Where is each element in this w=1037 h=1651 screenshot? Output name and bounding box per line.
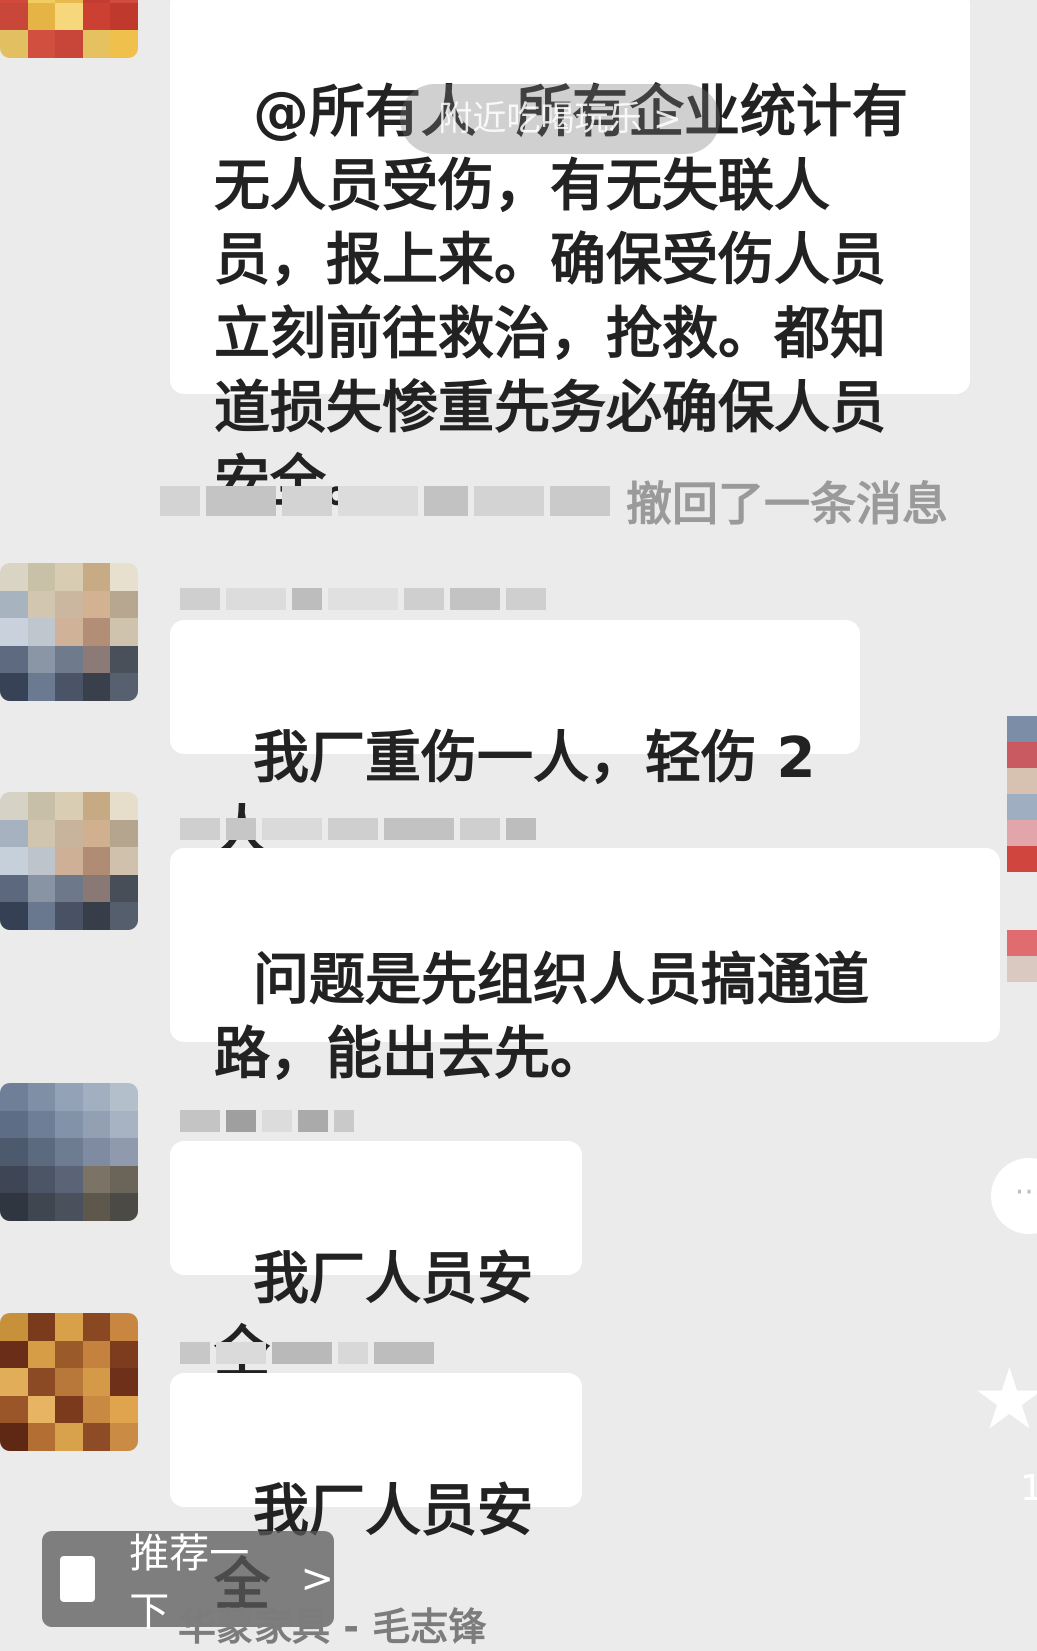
nearby-tag[interactable]: 附近吃喝玩乐 >: [400, 84, 720, 154]
comment-icon[interactable]: ···: [991, 1158, 1037, 1234]
recall-text: 撤回了一条消息: [626, 477, 948, 531]
message-text: 问题是先组织人员搞通道路，能出去先。: [214, 948, 869, 1087]
recall-notice: 撤回了一条消息: [160, 468, 948, 534]
sender-name-blurred: [180, 1104, 354, 1138]
edge-avatar-strip: [1007, 930, 1037, 982]
edge-avatar-strip: [1007, 716, 1037, 872]
message-bubble[interactable]: 我厂人员安全: [170, 1141, 582, 1386]
avatar[interactable]: [0, 1313, 138, 1451]
avatar[interactable]: [0, 0, 138, 58]
message-bubble[interactable]: 我厂人员安全: [170, 1373, 582, 1618]
sender-name-blurred: [160, 486, 610, 516]
sender-name-blurred: [180, 582, 546, 616]
avatar[interactable]: [0, 563, 138, 701]
star-icon[interactable]: ★: [972, 1350, 1037, 1448]
message-bubble[interactable]: 我厂重伤一人，轻伤 2 人: [170, 620, 860, 865]
message-bubble[interactable]: @所有人 所有企业统计有无人员受伤，有无失联人员，报上来。确保受伤人员立刻前往救…: [170, 0, 970, 515]
avatar[interactable]: [0, 792, 138, 930]
sender-name-blurred: [180, 812, 536, 846]
star-count: 1: [1020, 1468, 1037, 1509]
avatar[interactable]: [0, 1083, 138, 1221]
sender-name: 华蒙家具 - 毛志锋: [178, 1605, 487, 1649]
sender-name-blurred: [180, 1336, 434, 1370]
message-bubble[interactable]: 问题是先组织人员搞通道路，能出去先。: [170, 848, 1000, 1087]
recommend-icon: [60, 1556, 96, 1602]
